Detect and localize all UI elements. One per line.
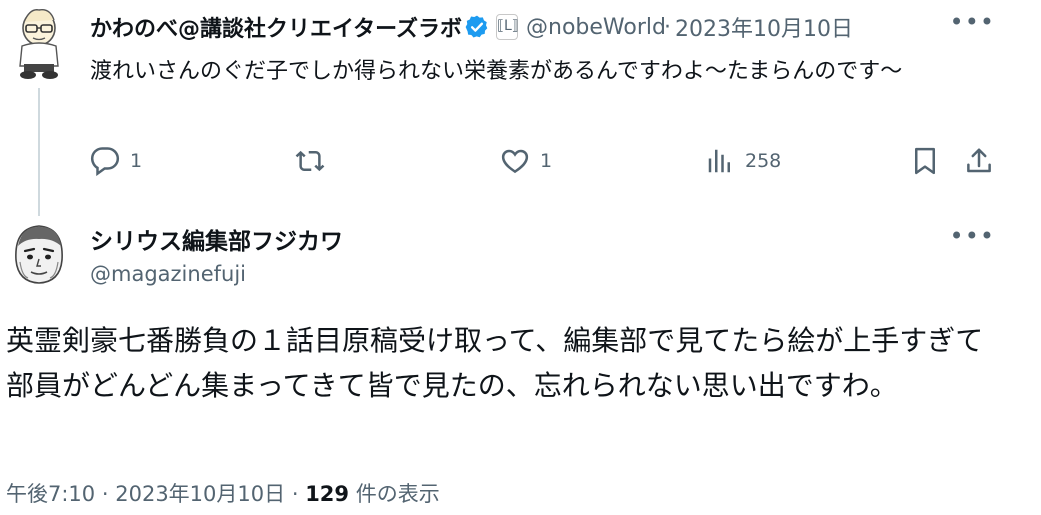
views-icon — [708, 149, 730, 173]
like-icon — [501, 149, 529, 174]
tweet-date[interactable]: 2023年10月10日 — [675, 11, 853, 43]
like-count: 1 — [540, 150, 553, 172]
bookmark-button[interactable] — [910, 146, 940, 176]
more-options-icon[interactable]: ••• — [950, 222, 995, 250]
tweet-time[interactable]: 午後7:10 — [6, 482, 95, 506]
author-avatar[interactable] — [10, 220, 68, 286]
reply-count: 1 — [130, 150, 143, 172]
share-button[interactable] — [964, 146, 994, 176]
tweet-actions: 1 1 258 — [90, 140, 1000, 184]
more-options-icon[interactable]: ••• — [950, 8, 995, 36]
views-label: 件の表示 — [355, 482, 440, 506]
author-name[interactable]: かわのべ@講談社クリエイターズラボ — [90, 11, 462, 43]
thread-line — [38, 88, 40, 216]
tweet-date[interactable]: 2023年10月10日 — [115, 482, 285, 506]
reply-icon — [90, 147, 120, 176]
separator-dot: · — [291, 482, 299, 506]
affiliate-badge-icon[interactable]: ⟦L⟧ — [496, 14, 519, 40]
separator-dot: · — [101, 482, 109, 506]
verified-badge-icon — [465, 15, 488, 38]
separator-dot: · — [664, 14, 672, 40]
parent-tweet-text: 渡れいさんのぐだ子でしか得られない栄養素があるんですわよ〜たまらんのです〜 — [90, 59, 903, 84]
share-icon — [967, 148, 991, 173]
like-button[interactable]: 1 — [500, 146, 552, 176]
tweet-metadata: 午後7:10 · 2023年10月10日 · 129 件の表示 — [6, 478, 440, 508]
author-handle[interactable]: @magazinefuji — [90, 262, 246, 286]
main-tweet-text: 英霊剣豪七番勝負の１話目原稿受け取って、編集部で見てたら絵が上手すぎて部員がどん… — [6, 324, 984, 402]
bookmark-icon — [915, 147, 935, 175]
parent-tweet-header: かわのべ@講談社クリエイターズラボ ⟦L⟧ @nobeWorld · 2023年… — [90, 10, 853, 44]
retweet-icon — [295, 150, 325, 172]
views-button[interactable]: 258 — [705, 146, 781, 176]
views-count: 258 — [745, 150, 782, 172]
author-handle[interactable]: @nobeWorld — [526, 15, 664, 40]
author-avatar[interactable] — [10, 6, 68, 80]
author-name[interactable]: シリウス編集部フジカワ — [90, 222, 343, 256]
views-count: 129 — [305, 482, 350, 506]
reply-button[interactable]: 1 — [90, 146, 142, 176]
retweet-button[interactable] — [295, 146, 325, 176]
